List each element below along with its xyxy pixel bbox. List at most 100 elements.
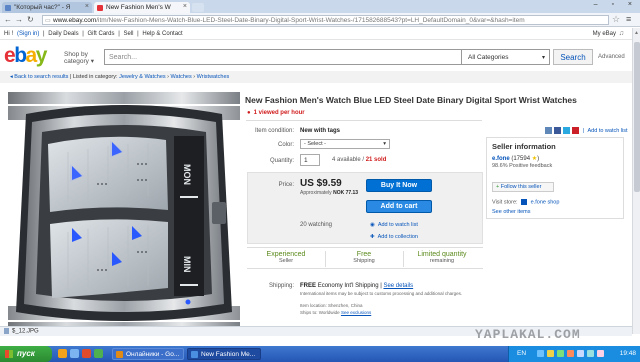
- back-to-results-link[interactable]: Back to search results: [14, 74, 68, 80]
- tray-icon[interactable]: [557, 350, 564, 357]
- add-to-watch-list-link[interactable]: ◉ Add to watch list: [370, 222, 418, 228]
- start-label: пуск: [17, 349, 35, 358]
- windows-logo-icon: [5, 350, 13, 358]
- greeting-suffix: !: [11, 31, 14, 37]
- seller-feedback: 98.6% Positive feedback: [492, 163, 553, 169]
- visit-store-label: Visit store:: [492, 199, 518, 206]
- downloaded-file[interactable]: $_12.JPG: [4, 328, 39, 335]
- my-ebay-link[interactable]: My eBay: [593, 31, 616, 37]
- shop-by-category-button[interactable]: Shop by category ▾: [64, 51, 94, 65]
- tab-close-icon[interactable]: ×: [85, 3, 89, 10]
- email-share-icon[interactable]: [545, 127, 552, 134]
- tray-icon[interactable]: [597, 350, 604, 357]
- page-icon: ▭: [45, 18, 51, 24]
- notification-bell-icon[interactable]: ♫: [619, 30, 624, 37]
- help-contact-link[interactable]: Help & Contact: [142, 31, 182, 37]
- twitter-share-icon[interactable]: [563, 127, 570, 134]
- tab-close-icon[interactable]: ×: [183, 3, 187, 10]
- see-exclusions-link[interactable]: See exclusions: [341, 310, 371, 315]
- forward-arrow-icon[interactable]: →: [15, 15, 23, 24]
- breadcrumb-item-wristwatches[interactable]: Wristwatches: [197, 74, 230, 80]
- svg-text:MIN: MIN: [182, 256, 192, 273]
- separator: |: [69, 74, 72, 80]
- downloaded-file-name: $_12.JPG: [12, 328, 39, 335]
- trust-badges: Experienced Seller Free Shipping Limited…: [247, 247, 483, 269]
- breadcrumb-item-jewelry[interactable]: Jewelry & Watches: [119, 74, 166, 80]
- see-other-items-link[interactable]: See other items: [492, 209, 531, 215]
- badge-subtitle: Seller: [278, 258, 294, 264]
- app-icon: [116, 351, 123, 358]
- scroll-up-icon[interactable]: ▲: [634, 30, 639, 36]
- follow-seller-button[interactable]: + Follow this seller: [492, 182, 554, 192]
- ebay-header: ebay Shop by category ▾ Search... All Ca…: [0, 41, 632, 71]
- scrollbar-thumb[interactable]: [634, 42, 640, 192]
- add-to-watch-list-link[interactable]: Add to watch list: [588, 128, 628, 134]
- price-value: US $9.59: [300, 178, 342, 189]
- taskbar-item-onlainiki[interactable]: Онлайники - Go...: [112, 348, 184, 360]
- sell-link[interactable]: Sell: [123, 31, 133, 37]
- plus-icon: ✚: [370, 234, 375, 240]
- start-button[interactable]: пуск: [0, 346, 52, 362]
- watch-illustration: MON MIN: [8, 92, 240, 334]
- chevron-down-icon: ▾: [541, 55, 545, 61]
- wrench-menu-icon[interactable]: ≡: [626, 14, 631, 24]
- quicklaunch-icon[interactable]: [82, 349, 91, 358]
- language-indicator[interactable]: EN: [517, 350, 526, 357]
- add-to-collection-link[interactable]: ✚ Add to collection: [370, 234, 418, 240]
- tray-icon[interactable]: [577, 350, 584, 357]
- badge-limited-quantity: Limited quantity remaining: [403, 251, 481, 265]
- task-label: Онлайники - Go...: [126, 351, 180, 358]
- color-select[interactable]: - Select - ▾: [300, 139, 390, 149]
- facebook-share-icon[interactable]: [554, 127, 561, 134]
- logo-letter: b: [14, 44, 27, 67]
- tray-icon[interactable]: [567, 350, 574, 357]
- svg-text:MON: MON: [182, 164, 192, 185]
- tray-icon[interactable]: [547, 350, 554, 357]
- system-tray: EN 19:48: [508, 346, 640, 362]
- reload-icon[interactable]: ↻: [27, 15, 34, 24]
- chevron-down-icon: ▾: [90, 58, 95, 65]
- quantity-input[interactable]: 1: [300, 154, 320, 166]
- shipping-details-link[interactable]: See details: [383, 283, 413, 289]
- back-arrow-icon[interactable]: ◂: [10, 74, 13, 80]
- condition-label: Item condition:: [254, 128, 294, 134]
- seller-name-link[interactable]: e.fone: [492, 156, 510, 162]
- search-input[interactable]: Search...: [104, 49, 462, 65]
- browser-tab-yandex[interactable]: "Который час?" - Я ×: [2, 2, 92, 13]
- daily-deals-link[interactable]: Daily Deals: [48, 31, 78, 37]
- divider: [246, 120, 482, 121]
- price-approx: Approximately NOK 77.13: [300, 190, 358, 196]
- signin-link[interactable]: (Sign in): [17, 31, 39, 37]
- sold-count[interactable]: 21 sold: [366, 157, 387, 163]
- store-link[interactable]: e.fone shop: [531, 199, 560, 205]
- breadcrumb-item-watches[interactable]: Watches: [171, 74, 192, 80]
- pinterest-share-icon[interactable]: [572, 127, 579, 134]
- ebay-logo[interactable]: ebay: [4, 44, 48, 68]
- quicklaunch-icon[interactable]: [70, 349, 79, 358]
- new-tab-button[interactable]: [192, 3, 204, 12]
- quicklaunch-icon[interactable]: [58, 349, 67, 358]
- tray-icon[interactable]: [587, 350, 594, 357]
- gift-cards-link[interactable]: Gift Cards: [88, 31, 115, 37]
- add-to-cart-button[interactable]: Add to cart: [366, 200, 432, 213]
- search-button[interactable]: Search: [553, 49, 593, 65]
- badge-title: Limited quantity: [417, 251, 467, 258]
- url-field[interactable]: ▭ www.ebay.com/itm/New-Fashion-Mens-Watch…: [42, 15, 609, 25]
- tray-icon[interactable]: [537, 350, 544, 357]
- product-image[interactable]: MON MIN: [8, 92, 240, 334]
- window-controls[interactable]: – ▫ ×: [594, 1, 638, 8]
- quicklaunch-icon[interactable]: [94, 349, 103, 358]
- follow-label: Follow this seller: [500, 184, 542, 190]
- clock[interactable]: 19:48: [620, 350, 636, 357]
- separator: |: [137, 31, 139, 37]
- page-scrollbar[interactable]: ▲: [632, 28, 640, 334]
- bookmark-star-icon[interactable]: ☆: [612, 14, 620, 25]
- buy-it-now-button[interactable]: Buy It Now: [366, 179, 432, 192]
- logo-letter: y: [35, 44, 48, 67]
- browser-tab-ebay[interactable]: New Fashion Men's W ×: [94, 2, 190, 13]
- category-select[interactable]: All Categories ▾: [462, 49, 550, 65]
- advanced-search-link[interactable]: Advanced: [598, 54, 625, 60]
- taskbar-item-ebay[interactable]: New Fashion Me...: [187, 348, 261, 360]
- back-arrow-icon[interactable]: ←: [4, 15, 12, 24]
- seller-score[interactable]: (17594 ★): [511, 156, 539, 162]
